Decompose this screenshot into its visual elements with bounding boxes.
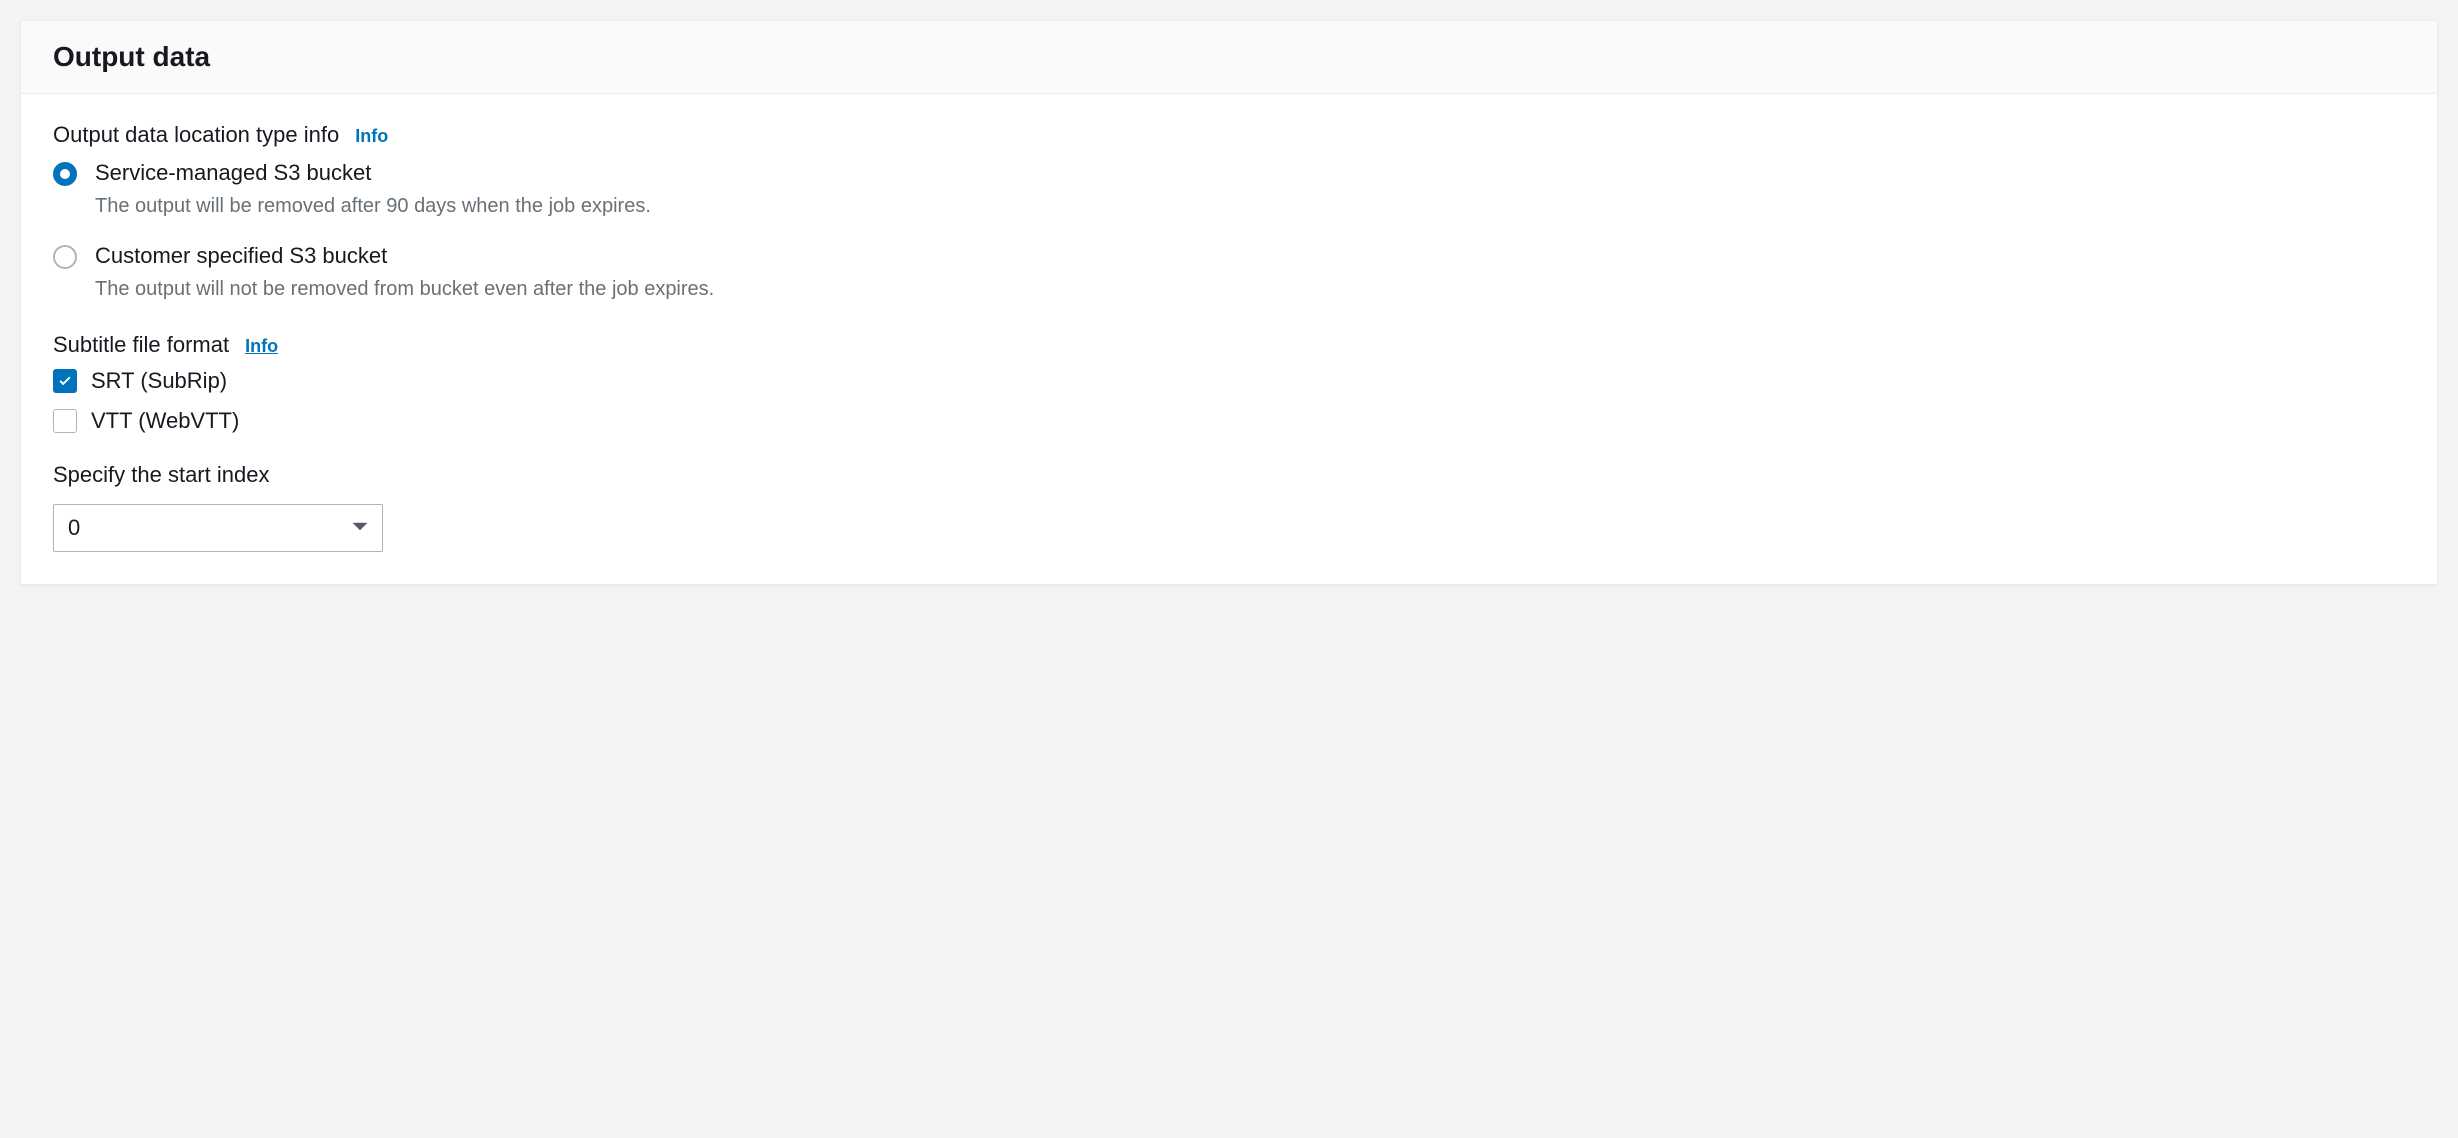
subtitle-label-row: Subtitle file format Info — [53, 332, 2405, 358]
radio-description: The output will not be removed from buck… — [95, 274, 714, 304]
radio-description: The output will be removed after 90 days… — [95, 191, 651, 221]
checkbox-vtt[interactable]: VTT (WebVTT) — [53, 408, 2405, 434]
panel-body: Output data location type info Info Serv… — [21, 94, 2437, 584]
panel-title: Output data — [53, 41, 2405, 73]
start-index-value: 0 — [68, 515, 80, 541]
checkbox-label: VTT (WebVTT) — [91, 408, 239, 434]
start-index-label-row: Specify the start index — [53, 462, 2405, 488]
start-index-label: Specify the start index — [53, 462, 269, 488]
check-icon — [57, 373, 73, 389]
panel-header: Output data — [21, 21, 2437, 94]
checkbox-icon — [53, 369, 77, 393]
location-info-link[interactable]: Info — [355, 126, 388, 147]
radio-service-managed[interactable]: Service-managed S3 bucket The output wil… — [53, 158, 2405, 221]
radio-title: Service-managed S3 bucket — [95, 158, 651, 189]
start-index-select[interactable]: 0 — [53, 504, 383, 552]
start-index-group: Specify the start index 0 — [53, 462, 2405, 552]
output-data-panel: Output data Output data location type in… — [20, 20, 2438, 585]
checkbox-icon — [53, 409, 77, 433]
start-index-select-wrap: 0 — [53, 504, 383, 552]
radio-title: Customer specified S3 bucket — [95, 241, 714, 272]
subtitle-format-group: Subtitle file format Info SRT (SubRip) V… — [53, 332, 2405, 434]
subtitle-info-link[interactable]: Info — [245, 336, 278, 357]
radio-customer-specified[interactable]: Customer specified S3 bucket The output … — [53, 241, 2405, 304]
location-type-label-row: Output data location type info Info — [53, 122, 2405, 148]
radio-icon — [53, 162, 77, 186]
radio-icon — [53, 245, 77, 269]
location-type-group: Output data location type info Info Serv… — [53, 122, 2405, 304]
subtitle-format-label: Subtitle file format — [53, 332, 229, 358]
checkbox-srt[interactable]: SRT (SubRip) — [53, 368, 2405, 394]
location-type-label: Output data location type info — [53, 122, 339, 148]
checkbox-label: SRT (SubRip) — [91, 368, 227, 394]
